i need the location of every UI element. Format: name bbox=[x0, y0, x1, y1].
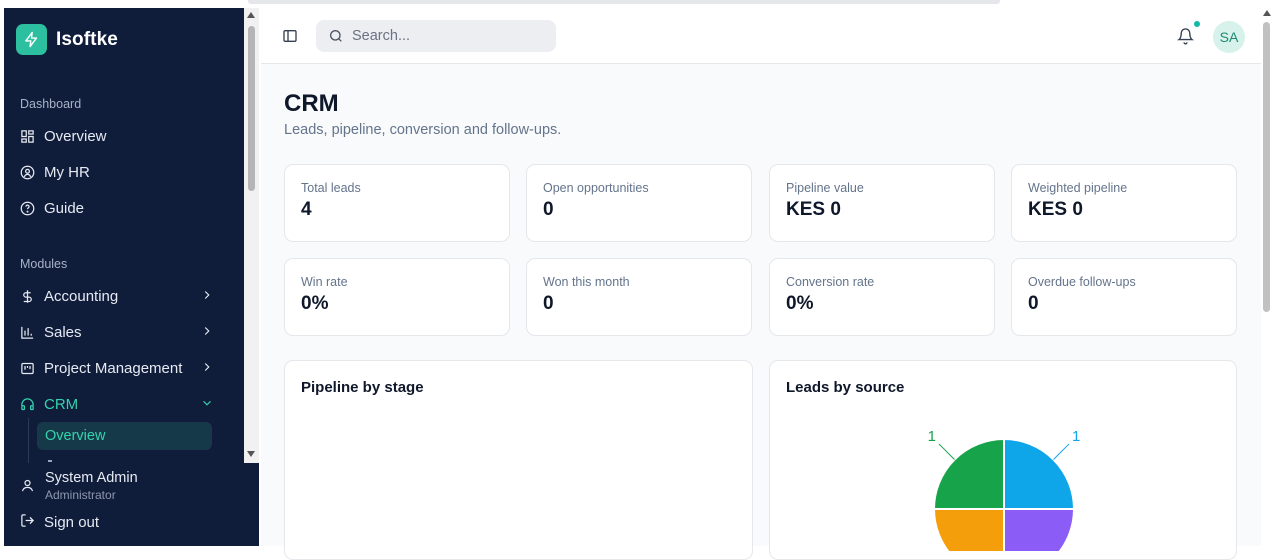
sidebar-scroll-thumb[interactable] bbox=[248, 26, 255, 191]
chevron-down-icon bbox=[203, 400, 211, 406]
chevron-right-icon bbox=[204, 291, 210, 299]
chevron-right-icon bbox=[204, 363, 210, 371]
search-input[interactable] bbox=[352, 28, 542, 44]
kpi-label: Pipeline value bbox=[786, 181, 864, 195]
sidebar-scrollbar[interactable] bbox=[244, 8, 259, 463]
sidebar-subitem-crm-overview[interactable]: Overview bbox=[37, 422, 212, 450]
kpi-card: Weighted pipeline KES 0 bbox=[1011, 164, 1237, 242]
page-title: CRM bbox=[284, 90, 339, 117]
clipped-subitem bbox=[48, 460, 52, 462]
kpi-value: 4 bbox=[301, 199, 312, 220]
sign-out-button[interactable]: Sign out bbox=[20, 513, 99, 532]
pie-slice[interactable] bbox=[932, 508, 1005, 551]
kpi-card: Win rate 0% bbox=[284, 258, 510, 336]
kpi-card: Total leads 4 bbox=[284, 164, 510, 242]
sidebar-item-label: Project Management bbox=[44, 359, 183, 377]
kpi-label: Weighted pipeline bbox=[1028, 181, 1128, 195]
submenu-guide-line bbox=[28, 418, 29, 468]
leads-by-source-card: Leads by source 11 bbox=[769, 360, 1237, 560]
bar-chart-icon bbox=[20, 325, 35, 340]
user-role: Administrator bbox=[45, 488, 116, 502]
sidebar-item-overview[interactable]: Overview bbox=[20, 122, 230, 150]
section-label-modules: Modules bbox=[20, 257, 68, 271]
search-box[interactable] bbox=[316, 20, 556, 52]
kpi-label: Open opportunities bbox=[543, 181, 649, 195]
kpi-card: Pipeline value KES 0 bbox=[769, 164, 995, 242]
kpi-value: KES 0 bbox=[786, 199, 841, 220]
sidebar-item-guide[interactable]: Guide bbox=[20, 194, 230, 222]
brand[interactable]: Isoftke bbox=[16, 24, 118, 55]
main-scroll-thumb[interactable] bbox=[1263, 22, 1270, 312]
page-subtitle: Leads, pipeline, conversion and follow-u… bbox=[284, 122, 562, 138]
sign-out-label: Sign out bbox=[44, 514, 100, 531]
sidebar-subitem-label: Overview bbox=[45, 428, 106, 444]
layout-grid-icon bbox=[20, 129, 35, 144]
sidebar-item-sales[interactable]: Sales bbox=[20, 318, 230, 346]
user-panel: System Admin Administrator Sign out bbox=[4, 463, 259, 546]
user-circle-icon bbox=[20, 165, 35, 180]
user-icon bbox=[20, 478, 35, 498]
leads-by-source-pie-chart: 11 bbox=[928, 428, 1080, 551]
dollar-icon bbox=[20, 289, 35, 304]
sidebar-item-accounting[interactable]: Accounting bbox=[20, 282, 230, 310]
search-icon bbox=[330, 30, 342, 42]
main-content: SA CRM Leads, pipeline, conversion and f… bbox=[261, 8, 1261, 560]
help-circle-icon bbox=[20, 201, 35, 216]
kpi-label: Overdue follow-ups bbox=[1028, 275, 1136, 289]
lightning-logo-icon bbox=[16, 24, 47, 55]
sidebar-item-label: Overview bbox=[44, 127, 107, 145]
kpi-label: Conversion rate bbox=[786, 275, 875, 289]
browser-top-strip bbox=[0, 0, 1272, 8]
pie-label-line bbox=[938, 443, 955, 460]
sidebar-item-label: Accounting bbox=[44, 287, 119, 305]
pie-data-label: 1 bbox=[928, 428, 936, 445]
kpi-value: 0 bbox=[1028, 293, 1039, 314]
chevron-right-icon bbox=[204, 327, 210, 335]
sidebar-item-label: CRM bbox=[44, 395, 79, 413]
kpi-value: 0 bbox=[543, 199, 554, 220]
sidebar-item-label: My HR bbox=[44, 163, 90, 181]
headset-icon bbox=[20, 397, 35, 412]
pipeline-by-stage-card: Pipeline by stage bbox=[284, 360, 753, 560]
kpi-card: Open opportunities 0 bbox=[526, 164, 752, 242]
kpi-card: Overdue follow-ups 0 bbox=[1011, 258, 1237, 336]
sidebar-item-my-hr[interactable]: My HR bbox=[20, 158, 230, 186]
kpi-card: Conversion rate 0% bbox=[769, 258, 995, 336]
kpi-value: 0% bbox=[301, 293, 329, 314]
section-label-dashboard: Dashboard bbox=[20, 97, 82, 111]
horizontal-scrollbar[interactable] bbox=[248, 0, 1000, 4]
kpi-value: KES 0 bbox=[1028, 199, 1083, 220]
user-info[interactable]: System Admin Administrator bbox=[20, 470, 138, 502]
scroll-up-arrow-icon[interactable] bbox=[247, 12, 255, 18]
avatar[interactable]: SA bbox=[1213, 21, 1245, 53]
sidebar-item-label: Sales bbox=[44, 323, 82, 341]
sign-out-icon bbox=[20, 513, 35, 532]
scroll-down-arrow-icon[interactable] bbox=[247, 451, 255, 457]
user-name: System Admin bbox=[45, 470, 138, 486]
kpi-label: Win rate bbox=[301, 275, 348, 289]
main-scrollbar[interactable] bbox=[1261, 8, 1272, 546]
brand-name: Isoftke bbox=[56, 28, 118, 50]
pie-label-line bbox=[1053, 443, 1070, 460]
bell-icon[interactable] bbox=[1177, 27, 1194, 45]
kanban-icon bbox=[20, 361, 35, 376]
kpi-label: Total leads bbox=[301, 181, 361, 195]
kpi-card: Won this month 0 bbox=[526, 258, 752, 336]
scroll-up-arrow-icon[interactable] bbox=[1263, 10, 1271, 16]
card-title: Pipeline by stage bbox=[301, 379, 424, 396]
kpi-value: 0% bbox=[786, 293, 814, 314]
sidebar-item-label: Guide bbox=[44, 199, 85, 217]
kpi-label: Won this month bbox=[543, 275, 630, 289]
notification-dot bbox=[1193, 20, 1201, 28]
pie-slice[interactable] bbox=[1003, 508, 1076, 551]
top-bar: SA bbox=[261, 8, 1261, 64]
sidebar-toggle-icon[interactable] bbox=[282, 28, 298, 44]
kpi-value: 0 bbox=[543, 293, 554, 314]
sidebar-item-project-management[interactable]: Project Management bbox=[20, 354, 230, 382]
sidebar-item-crm[interactable]: CRM bbox=[20, 390, 230, 418]
pie-data-label: 1 bbox=[1072, 428, 1080, 445]
